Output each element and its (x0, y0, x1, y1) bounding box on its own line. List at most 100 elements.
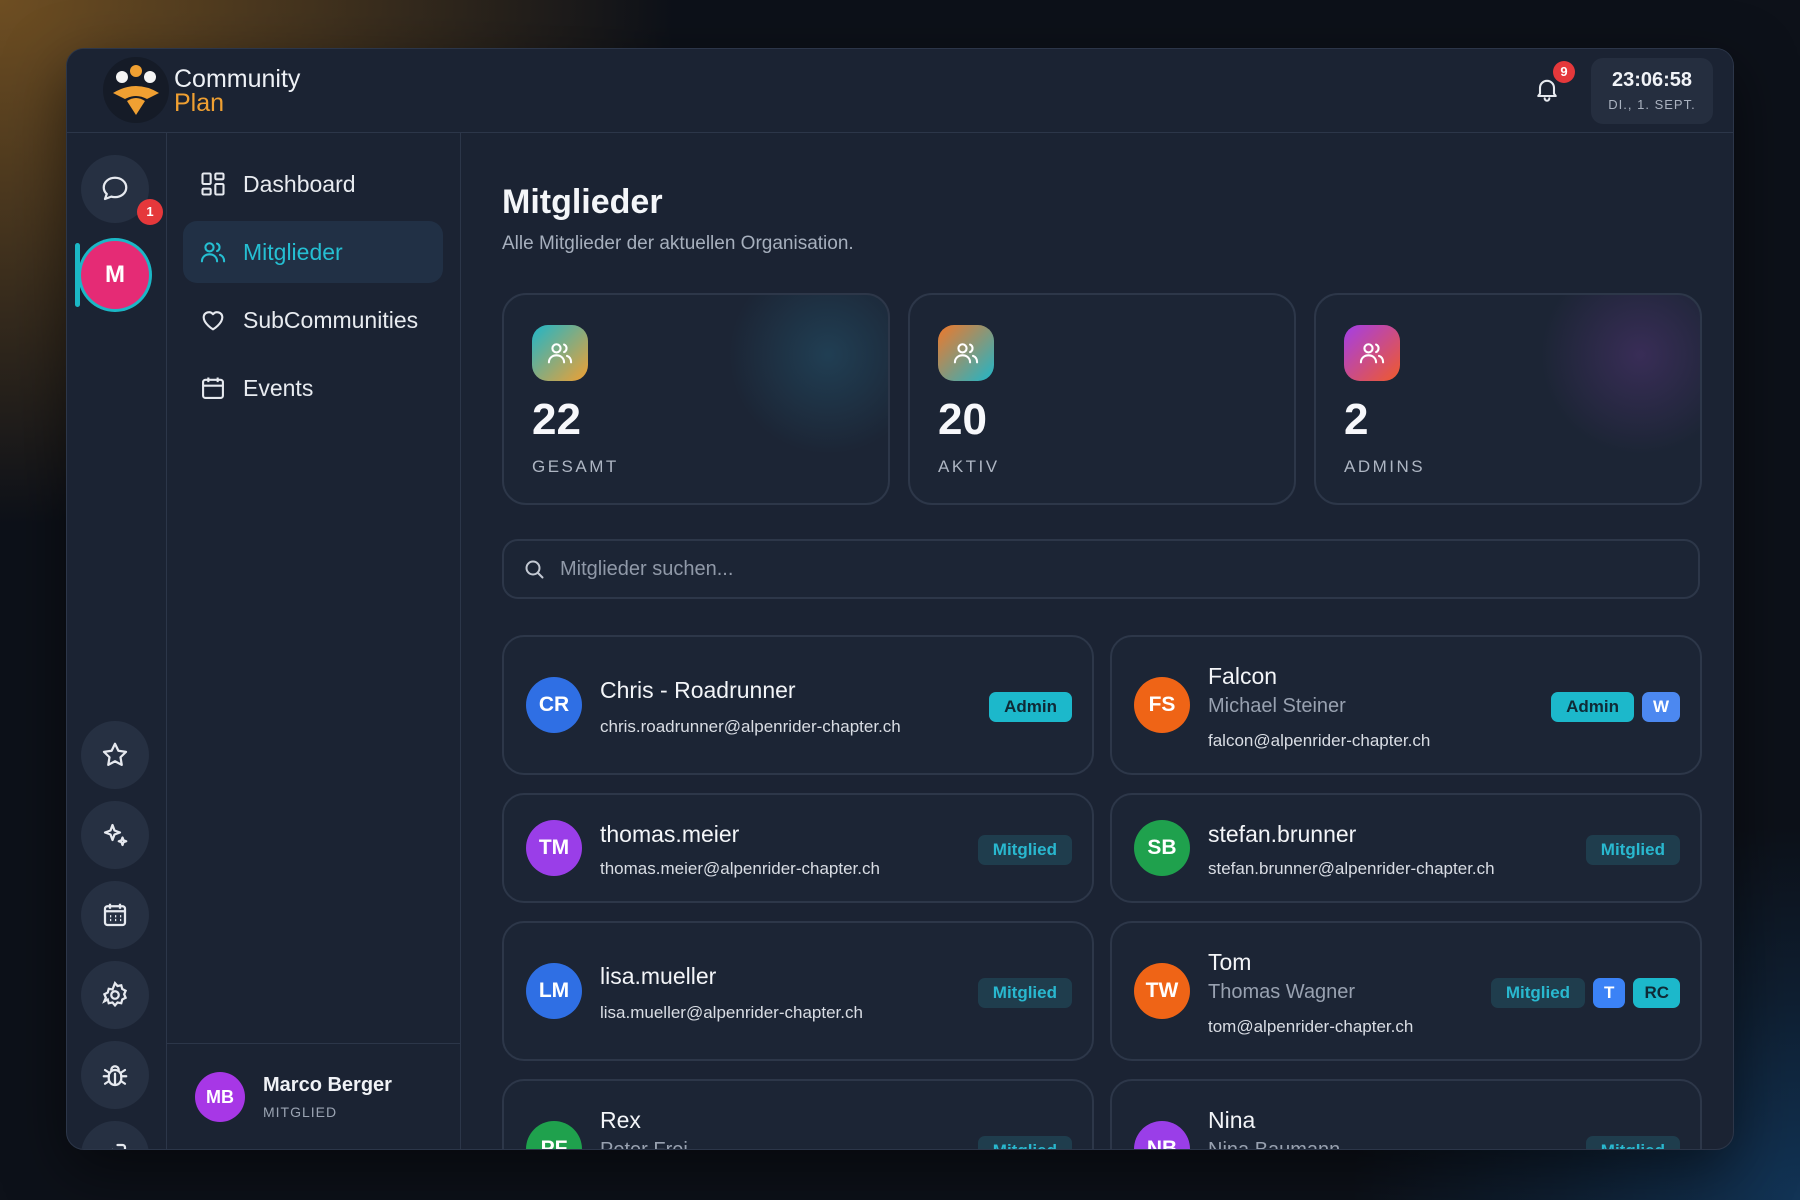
tag-badge: RC (1633, 978, 1680, 1008)
grid-icon (201, 172, 225, 196)
notification-count-badge: 9 (1553, 61, 1575, 83)
main-content: Mitglieder Alle Mitglieder der aktuellen… (462, 133, 1733, 1149)
member-card[interactable]: FS Falcon Michael Steiner falcon@alpenri… (1110, 635, 1702, 775)
role-badge-member: Mitglied (1585, 1136, 1680, 1149)
stat-value: 20 (938, 395, 987, 444)
tag-badge: T (1593, 978, 1626, 1008)
chat-bubble-icon (102, 176, 128, 201)
user-name: Marco Berger (263, 1074, 392, 1096)
stat-label: ADMINS (1344, 457, 1426, 476)
member-search-input[interactable] (560, 549, 1660, 589)
member-avatar: FS (1134, 677, 1190, 733)
member-card[interactable]: TW Tom Thomas Wagner tom@alpenrider-chap… (1110, 921, 1702, 1061)
role-badge-member: Mitglied (977, 835, 1072, 865)
nav-item-subcommunities[interactable]: SubCommunities (183, 289, 443, 351)
member-realname: Nina Baumann (1208, 1139, 1340, 1149)
highlights-button[interactable] (81, 801, 149, 869)
user-role: MITGLIED (263, 1104, 338, 1120)
member-email: thomas.meier@alpenrider-chapter.ch (600, 859, 880, 878)
member-badges: Admin W (1551, 692, 1680, 722)
member-card[interactable]: SB stefan.brunner stefan.brunner@alpenri… (1110, 793, 1702, 903)
member-avatar: TM (526, 820, 582, 876)
member-name: Nina (1208, 1107, 1256, 1133)
clock-widget: 23:06:58 DI., 1. SEPT. (1591, 58, 1713, 124)
user-avatar: MB (195, 1072, 245, 1122)
member-email: stefan.brunner@alpenrider-chapter.ch (1208, 859, 1495, 878)
nav-item-label: Dashboard (243, 170, 356, 197)
nav-item-label: Mitglieder (243, 238, 343, 265)
member-avatar: LM (526, 963, 582, 1019)
nav-item-events[interactable]: Events (183, 357, 443, 419)
stat-glow (1540, 295, 1700, 455)
users-icon (200, 242, 226, 263)
current-user-panel[interactable]: MB Marco Berger MITGLIED (167, 1043, 460, 1149)
chat-unread-badge: 1 (137, 199, 163, 225)
member-badges: Mitglied (977, 835, 1072, 865)
clock-date: DI., 1. SEPT. (1608, 97, 1696, 112)
member-name: Chris - Roadrunner (600, 677, 796, 703)
page-subtitle: Alle Mitglieder der aktuellen Organisati… (502, 233, 854, 254)
community-plan-logo[interactable] (103, 57, 169, 123)
member-name: Falcon (1208, 663, 1278, 689)
stat-card-total: 22 GESAMT (502, 293, 890, 505)
member-search-box[interactable] (502, 539, 1700, 599)
stat-card-active: 20 AKTIV (908, 293, 1296, 505)
member-badges: Mitglied (977, 978, 1072, 1008)
member-card[interactable]: CR Chris - Roadrunner chris.roadrunner@a… (502, 635, 1094, 775)
calendar-grid-icon (103, 903, 127, 927)
sparkles-icon (103, 823, 128, 847)
nav-item-dashboard[interactable]: Dashboard (183, 153, 443, 215)
member-card[interactable]: PF Rex Peter Frei Mitglied (502, 1079, 1094, 1149)
users-icon (532, 325, 588, 381)
member-card[interactable]: TM thomas.meier thomas.meier@alpenrider-… (502, 793, 1094, 903)
clock-time: 23:06:58 (1611, 69, 1693, 91)
member-avatar: TW (1134, 963, 1190, 1019)
logout-icon (111, 1143, 127, 1149)
nav-item-label: SubCommunities (243, 306, 419, 333)
tag-badge: W (1641, 692, 1680, 722)
member-name: thomas.meier (600, 821, 740, 847)
favorites-button[interactable] (81, 721, 149, 789)
role-badge-member: Mitglied (1585, 835, 1680, 865)
stat-label: AKTIV (938, 457, 1000, 476)
member-badges: Mitglied (1585, 1136, 1680, 1149)
member-name: Rex (600, 1107, 641, 1133)
member-email: falcon@alpenrider-chapter.ch (1208, 731, 1431, 750)
star-icon (102, 742, 128, 766)
heart-icon (202, 311, 224, 331)
role-badge-member: Mitglied (977, 978, 1072, 1008)
member-email: tom@alpenrider-chapter.ch (1208, 1017, 1414, 1036)
nav-item-label: Events (243, 374, 314, 401)
logout-button[interactable] (81, 1121, 149, 1149)
member-name: stefan.brunner (1208, 821, 1357, 847)
users-icon (938, 325, 994, 381)
app-window: Community Plan 9 23:06:58 DI., 1. SEPT. … (66, 48, 1734, 1150)
top-bar: Community Plan 9 23:06:58 DI., 1. SEPT. (67, 49, 1733, 133)
member-avatar: SB (1134, 820, 1190, 876)
member-email: lisa.mueller@alpenrider-chapter.ch (600, 1003, 863, 1022)
role-badge-member: Mitglied (977, 1136, 1072, 1149)
member-realname: Michael Steiner (1208, 695, 1346, 717)
page-title: Mitglieder (502, 183, 663, 221)
bug-report-button[interactable] (81, 1041, 149, 1109)
calendar-button[interactable] (81, 881, 149, 949)
chat-button[interactable]: 1 (81, 155, 163, 225)
brand-name-accent: Plan (174, 89, 225, 117)
organization-avatar[interactable]: M (81, 241, 149, 309)
sidebar-nav: Dashboard Mitglieder SubCommunities Even… (167, 133, 461, 1149)
settings-button[interactable] (81, 961, 149, 1029)
member-avatar: PF (526, 1121, 582, 1149)
member-card[interactable]: NB Nina Nina Baumann Mitglied (1110, 1079, 1702, 1149)
member-name: lisa.mueller (600, 963, 717, 989)
bug-icon (102, 1065, 128, 1087)
role-badge-member: Mitglied (1490, 978, 1586, 1008)
icon-rail: 1 M (67, 133, 167, 1149)
nav-item-mitglieder[interactable]: Mitglieder (183, 221, 443, 283)
gear-icon (102, 980, 128, 1008)
member-avatar: CR (526, 677, 582, 733)
users-icon (1344, 325, 1400, 381)
member-badges: Mitglied (977, 1136, 1072, 1149)
member-realname: Thomas Wagner (1208, 981, 1356, 1003)
role-badge-admin: Admin (989, 692, 1072, 722)
member-card[interactable]: LM lisa.mueller lisa.mueller@alpenrider-… (502, 921, 1094, 1061)
